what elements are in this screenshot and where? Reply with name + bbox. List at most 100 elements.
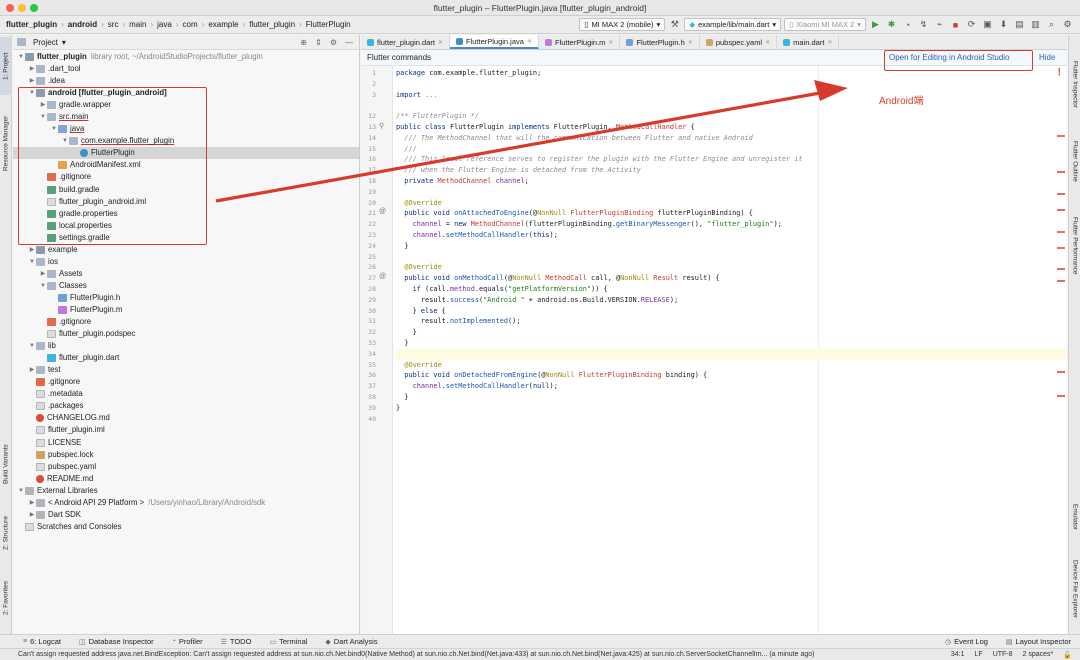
tab-project[interactable]: 1: Project xyxy=(0,37,12,95)
file-encoding[interactable]: UTF-8 xyxy=(993,651,1013,659)
line-number[interactable]: 31 xyxy=(368,316,376,327)
editor-tab[interactable]: FlutterPlugin.h ✕ xyxy=(620,35,700,49)
breadcrumb-item[interactable]: src xyxy=(108,20,119,29)
breadcrumb-item[interactable]: flutter_plugin xyxy=(6,20,57,29)
chevron-right-icon[interactable]: ▶ xyxy=(28,75,36,87)
code-line[interactable]: } xyxy=(396,338,408,349)
line-number[interactable]: 3 xyxy=(372,90,376,101)
chevron-right-icon[interactable]: ▶ xyxy=(28,63,36,75)
chevron-right-icon[interactable]: ▶ xyxy=(28,509,36,521)
code-line[interactable]: /// when the Flutter Engine is detached … xyxy=(396,165,640,176)
editor-tab[interactable]: pubspec.yaml ✕ xyxy=(700,35,778,49)
tree-item[interactable]: ▼ External Libraries xyxy=(13,485,359,497)
line-number[interactable]: 15 xyxy=(368,144,376,155)
indent-setting[interactable]: 2 spaces* xyxy=(1023,651,1054,659)
tree-item[interactable]: FlutterPlugin.m xyxy=(13,304,359,316)
device-dim-select[interactable]: ▯ Xiaomi MI MAX 2 ▾ xyxy=(784,18,866,31)
tab-emulator[interactable]: Emulator xyxy=(1069,495,1080,539)
line-number[interactable]: 17 xyxy=(368,165,376,176)
line-number[interactable]: 14 xyxy=(368,133,376,144)
line-number[interactable]: 22 xyxy=(368,219,376,230)
tree-item[interactable]: README.md xyxy=(13,473,359,485)
chevron-right-icon[interactable]: ▶ xyxy=(39,268,47,280)
tree-item[interactable]: .packages xyxy=(13,400,359,412)
code-line[interactable]: public void onDetachedFromEngine(@NonNul… xyxy=(396,370,707,381)
run-gutter-icon[interactable]: ⚲ xyxy=(379,122,384,130)
bottom-tab[interactable]: ◷ Event Log xyxy=(936,637,997,646)
line-number[interactable]: 26 xyxy=(368,262,376,273)
chevron-right-icon[interactable]: ▶ xyxy=(28,497,36,509)
line-number[interactable]: 23 xyxy=(368,230,376,241)
line-number[interactable]: 36 xyxy=(368,370,376,381)
error-stripe-mark[interactable] xyxy=(1057,209,1065,211)
tree-item[interactable]: ▼ lib xyxy=(13,340,359,352)
project-structure-icon[interactable]: ▤ xyxy=(1013,18,1026,31)
tree-item[interactable]: ▶ .dart_tool xyxy=(13,63,359,75)
line-number[interactable]: 20 xyxy=(368,198,376,209)
code-line[interactable]: @Override xyxy=(396,360,441,371)
code-line[interactable]: } xyxy=(396,327,417,338)
line-number[interactable]: 32 xyxy=(368,327,376,338)
tree-item[interactable]: ▶ example xyxy=(13,244,359,256)
settings-icon[interactable]: ⚙ xyxy=(1061,18,1074,31)
status-message[interactable]: Can't assign requested address java.net.… xyxy=(18,651,814,658)
bottom-tab[interactable]: ▭ Terminal xyxy=(260,637,316,646)
stop-icon[interactable]: ■ xyxy=(949,18,962,31)
line-number[interactable]: 34 xyxy=(368,349,376,360)
tree-item[interactable]: LICENSE xyxy=(13,437,359,449)
error-stripe-mark[interactable] xyxy=(1057,193,1065,195)
close-tab-icon[interactable]: ✕ xyxy=(688,39,693,46)
tree-item[interactable]: ▶ Assets xyxy=(13,268,359,280)
code-line[interactable]: } else { xyxy=(396,306,446,317)
chevron-down-icon[interactable]: ▼ xyxy=(28,256,36,268)
line-number[interactable]: 1 xyxy=(372,68,376,79)
error-indicator-icon[interactable]: ❗ xyxy=(1055,68,1064,76)
editor-tab[interactable]: FlutterPlugin.m ✕ xyxy=(539,35,621,49)
line-number[interactable]: 27 xyxy=(368,273,376,284)
device-select[interactable]: ▯ MI MAX 2 (mobile) ▾ xyxy=(579,18,666,31)
line-number[interactable]: 39 xyxy=(368,403,376,414)
close-tab-icon[interactable]: ✕ xyxy=(827,39,832,46)
hot-reload-icon[interactable]: ↯ xyxy=(917,18,930,31)
code-line[interactable]: import ... xyxy=(396,90,438,101)
override-gutter-icon[interactable]: @ xyxy=(379,208,386,215)
tab-build-variants[interactable]: Build Variants xyxy=(0,435,12,493)
code-line[interactable]: public class FlutterPlugin implements Fl… xyxy=(396,122,695,133)
tree-item[interactable]: flutter_plugin.dart xyxy=(13,352,359,364)
run-config-select[interactable]: ◆ example/lib/main.dart ▾ xyxy=(684,18,782,31)
breadcrumb-item[interactable]: flutter_plugin xyxy=(249,20,295,29)
chevron-down-icon[interactable]: ▼ xyxy=(39,280,47,292)
breadcrumb-item[interactable]: android xyxy=(68,20,97,29)
code-line[interactable]: @Override xyxy=(396,262,441,273)
line-number[interactable]: 2 xyxy=(372,79,376,90)
line-separator[interactable]: LF xyxy=(975,651,983,659)
line-number[interactable]: 30 xyxy=(368,306,376,317)
chevron-down-icon[interactable]: ▼ xyxy=(17,51,25,63)
search-icon[interactable]: ⌕ xyxy=(1045,18,1058,31)
error-stripe-mark[interactable] xyxy=(1057,231,1065,233)
code-line[interactable]: } xyxy=(396,241,408,252)
code-line[interactable] xyxy=(396,348,1066,360)
bottom-tab[interactable]: ◆ Dart Analysis xyxy=(316,637,386,646)
line-number[interactable]: 24 xyxy=(368,241,376,252)
attach-icon[interactable]: ⌁ xyxy=(933,18,946,31)
code-line[interactable]: @Override xyxy=(396,198,441,209)
error-stripe-mark[interactable] xyxy=(1057,371,1065,373)
tree-item[interactable]: CHANGELOG.md xyxy=(13,412,359,424)
error-stripe-mark[interactable] xyxy=(1057,135,1065,137)
line-number[interactable]: 37 xyxy=(368,381,376,392)
error-stripe-mark[interactable] xyxy=(1057,247,1065,249)
code-line[interactable]: public void onMethodCall(@NonNull Method… xyxy=(396,273,719,284)
tree-item[interactable]: flutter_plugin.podspec xyxy=(13,328,359,340)
lock-icon[interactable]: 🔓 xyxy=(1063,651,1072,659)
code-line[interactable]: public void onAttachedToEngine(@NonNull … xyxy=(396,208,753,219)
chevron-right-icon[interactable]: ▶ xyxy=(28,364,36,376)
tab-flutter-performance[interactable]: Flutter Performance xyxy=(1069,205,1080,287)
tree-item[interactable]: pubspec.lock xyxy=(13,449,359,461)
breadcrumb-item[interactable]: java xyxy=(157,20,172,29)
error-stripe-mark[interactable] xyxy=(1057,268,1065,270)
tree-item[interactable]: ▼ flutter_plugin library root, ~/AndroidSt… xyxy=(13,51,359,63)
line-number[interactable]: 16 xyxy=(368,154,376,165)
bottom-tab[interactable]: ☰ TODO xyxy=(212,637,261,646)
line-number[interactable]: 33 xyxy=(368,338,376,349)
